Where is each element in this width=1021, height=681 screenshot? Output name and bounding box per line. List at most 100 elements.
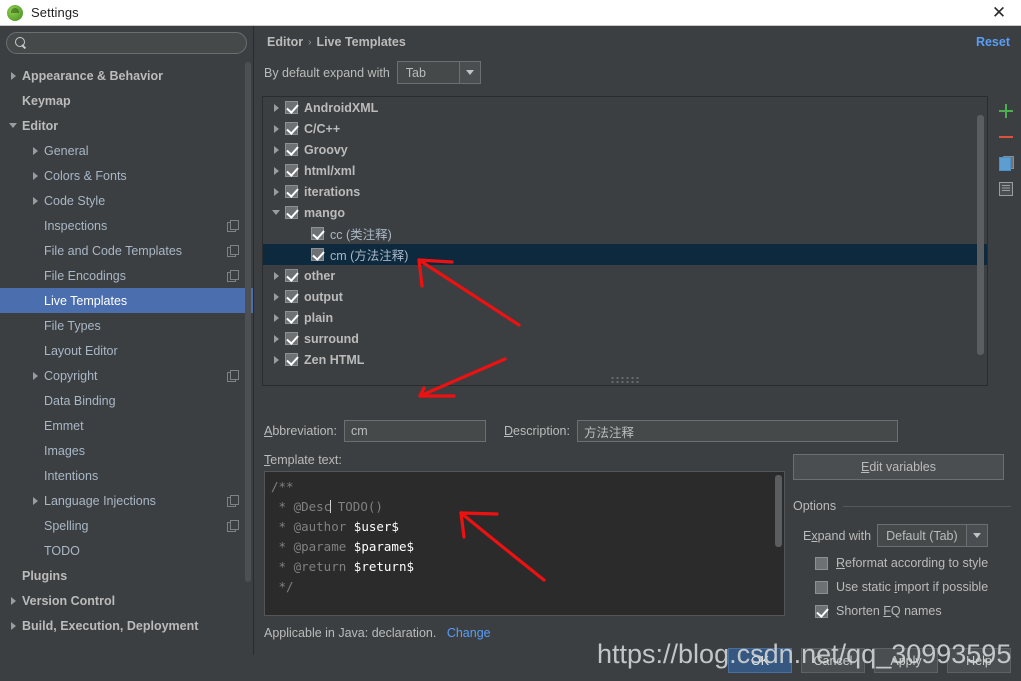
search-box[interactable] [6,32,247,54]
chevron-right-icon[interactable] [26,496,44,505]
chevron-right-icon[interactable] [26,371,44,380]
template-row[interactable]: output [263,286,987,307]
template-row[interactable]: Zen HTML [263,349,987,370]
chevron-right-icon[interactable] [4,621,22,630]
sidebar-item-spelling[interactable]: Spelling [0,513,253,538]
sidebar-item-file-types[interactable]: File Types [0,313,253,338]
template-checkbox[interactable] [285,353,298,366]
chevron-right-icon[interactable] [267,187,285,196]
sidebar-item-plugins[interactable]: Plugins [0,563,253,588]
option-reformat-row[interactable]: Reformat according to style [815,556,988,570]
sidebar-item-keymap[interactable]: Keymap [0,88,253,113]
template-text-editor[interactable]: /** * @Desc TODO() * @author $user$ * @p… [264,471,785,616]
template-group-button[interactable] [992,176,1020,202]
template-tree-scrollbar[interactable] [977,115,984,355]
splitter-grip-icon[interactable] [610,376,640,383]
template-row[interactable]: surround [263,328,987,349]
duplicate-template-button[interactable] [992,150,1020,176]
template-row[interactable]: AndroidXML [263,97,987,118]
chevron-down-icon[interactable] [267,210,285,215]
sidebar-item-appearance-behavior[interactable]: Appearance & Behavior [0,63,253,88]
chevron-right-icon[interactable] [267,103,285,112]
sidebar-item-live-templates[interactable]: Live Templates [0,288,253,313]
sidebar-item-editor[interactable]: Editor [0,113,253,138]
sidebar-item-todo[interactable]: TODO [0,538,253,563]
template-row[interactable]: C/C++ [263,118,987,139]
chevron-right-icon[interactable] [267,145,285,154]
template-row[interactable]: html/xml [263,160,987,181]
chevron-right-icon[interactable] [267,292,285,301]
static-import-checkbox[interactable] [815,580,828,594]
remove-template-button[interactable] [992,124,1020,150]
chevron-right-icon[interactable] [267,271,285,280]
template-row[interactable]: Groovy [263,139,987,160]
editor-scrollbar[interactable] [775,475,782,547]
cancel-button[interactable]: Cancel [801,648,865,673]
chevron-down-icon[interactable] [4,123,22,128]
search-input[interactable] [33,36,238,50]
chevron-right-icon[interactable] [267,166,285,175]
sidebar-item-file-encodings[interactable]: File Encodings [0,263,253,288]
shorten-fq-checkbox[interactable] [815,604,828,618]
chevron-right-icon[interactable] [4,596,22,605]
expand-with-select[interactable]: Default (Tab) [877,524,988,547]
template-checkbox[interactable] [285,143,298,156]
sidebar-item-images[interactable]: Images [0,438,253,463]
sidebar-item-colors-fonts[interactable]: Colors & Fonts [0,163,253,188]
sidebar-item-data-binding[interactable]: Data Binding [0,388,253,413]
template-row[interactable]: other [263,265,987,286]
option-static-import-row[interactable]: Use static import if possible [815,580,988,594]
chevron-right-icon[interactable] [26,146,44,155]
template-row[interactable]: plain [263,307,987,328]
chevron-right-icon[interactable] [4,71,22,80]
chevron-down-icon[interactable] [458,62,480,83]
abbreviation-input[interactable]: cm [343,420,486,442]
sidebar-item-version-control[interactable]: Version Control [0,588,253,613]
template-checkbox[interactable] [285,290,298,303]
template-row[interactable]: cc (类注释) [263,223,987,244]
default-expand-select[interactable]: Tab [396,61,481,84]
change-context-link[interactable]: Change [447,626,491,640]
template-row[interactable]: mango [263,202,987,223]
template-checkbox[interactable] [285,164,298,177]
sidebar-scrollbar[interactable] [245,62,251,582]
template-row[interactable]: cm (方法注释) [263,244,987,265]
template-checkbox[interactable] [285,269,298,282]
edit-variables-button[interactable]: Edit variables [793,454,1004,480]
chevron-right-icon[interactable] [267,313,285,322]
chevron-right-icon[interactable] [267,124,285,133]
option-shorten-fq-row[interactable]: Shorten FQ names [815,604,942,618]
close-icon[interactable]: ✕ [977,0,1021,25]
sidebar-item-code-style[interactable]: Code Style [0,188,253,213]
template-checkbox[interactable] [285,122,298,135]
sidebar-item-emmet[interactable]: Emmet [0,413,253,438]
sidebar-item-language-injections[interactable]: Language Injections [0,488,253,513]
sidebar-item-file-and-code-templates[interactable]: File and Code Templates [0,238,253,263]
ok-button[interactable]: OK [728,648,792,673]
breadcrumb-parent[interactable]: Editor [267,35,303,49]
template-checkbox[interactable] [311,227,324,240]
sidebar-item-inspections[interactable]: Inspections [0,213,253,238]
chevron-down-icon[interactable] [965,525,987,546]
template-checkbox[interactable] [285,206,298,219]
chevron-right-icon[interactable] [267,355,285,364]
sidebar-item-copyright[interactable]: Copyright [0,363,253,388]
template-checkbox[interactable] [311,248,324,261]
chevron-right-icon[interactable] [26,171,44,180]
chevron-right-icon[interactable] [267,334,285,343]
sidebar-item-intentions[interactable]: Intentions [0,463,253,488]
reset-link[interactable]: Reset [976,35,1010,49]
reformat-checkbox[interactable] [815,556,828,570]
add-template-button[interactable] [992,98,1020,124]
apply-button[interactable]: Apply [874,648,938,673]
template-checkbox[interactable] [285,311,298,324]
description-input[interactable]: 方法注释 [576,420,898,442]
template-row[interactable]: iterations [263,181,987,202]
sidebar-item-build-execution-deployment[interactable]: Build, Execution, Deployment [0,613,253,638]
template-checkbox[interactable] [285,101,298,114]
chevron-right-icon[interactable] [26,196,44,205]
sidebar-item-general[interactable]: General [0,138,253,163]
sidebar-item-layout-editor[interactable]: Layout Editor [0,338,253,363]
help-button[interactable]: Help [947,648,1011,673]
template-checkbox[interactable] [285,185,298,198]
